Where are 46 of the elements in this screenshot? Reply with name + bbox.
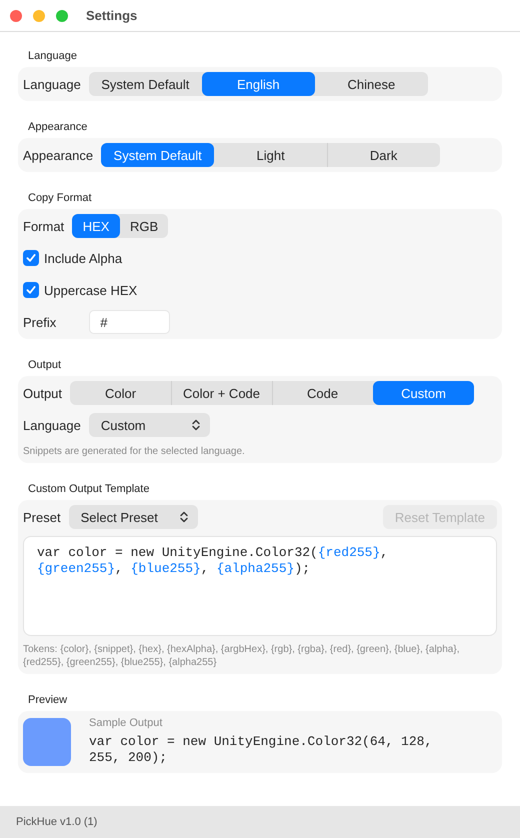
row-label: Preset [23, 510, 61, 524]
language-dropdown[interactable]: Custom [88, 413, 210, 437]
segment-option[interactable]: Color + Code [171, 381, 272, 405]
version-text: PickHue v1.0 (1) [16, 816, 98, 828]
up-down-chevron-icon [192, 419, 200, 431]
window-title: Settings [86, 8, 138, 23]
up-down-chevron-icon [180, 511, 188, 523]
row-label: Prefix [23, 314, 56, 330]
row-label: Format [23, 218, 64, 234]
segment-option[interactable]: Color [70, 381, 172, 405]
section-heading: Appearance [28, 121, 88, 134]
preset-dropdown[interactable]: Select Preset [68, 505, 198, 529]
section-heading: Copy Format [28, 192, 93, 205]
template-editor[interactable]: var color = new UnityEngine.Color32({red255}, {green255}, {blue255}, {alpha255}); [23, 536, 497, 636]
checkmark-icon [26, 285, 36, 295]
section-heading: Preview [28, 694, 68, 707]
checkbox[interactable] [23, 282, 39, 298]
tokens-hint: Tokens: {color}, {snippet}, {hex}, {hexAlpha}, {argbHex}, {rgb}, {rgba}, {red}, {green}, {blue}, {alpha}, {red255}, {green255}, {blue255}, {alpha255} [23, 643, 460, 669]
row-label: Output [23, 386, 62, 400]
segment-option[interactable]: System Default [101, 143, 214, 167]
section-heading: Output [28, 359, 62, 372]
segment-option[interactable]: Code [272, 381, 374, 405]
checkbox[interactable] [23, 250, 39, 266]
row-label: Language [23, 76, 81, 92]
zoom-button[interactable] [56, 10, 68, 22]
segment-option[interactable]: Chinese [314, 72, 428, 96]
row-label: Appearance [23, 148, 94, 162]
prefix-field[interactable]: # [89, 310, 170, 334]
segment-option[interactable]: English [202, 72, 315, 96]
segment-option[interactable]: Light [214, 143, 328, 167]
segment-option[interactable]: HEX [72, 214, 120, 238]
minimize-button[interactable] [33, 10, 45, 22]
section-heading: Language [28, 50, 78, 63]
segment-option[interactable]: Dark [327, 143, 440, 167]
sample-code: var color = new UnityEngine.Color32(64, 128, 255, 200); [89, 734, 434, 766]
hint-text: Snippets are generated for the selected language. [23, 445, 246, 458]
segment-option[interactable]: System Default [88, 72, 202, 96]
checkmark-icon [26, 253, 36, 263]
checkbox-label: Include Alpha [44, 250, 122, 266]
section-heading: Custom Output Template [28, 483, 150, 496]
row-label: Language [23, 418, 81, 432]
checkbox-label: Uppercase HEX [44, 282, 138, 298]
sample-output-label: Sample Output [89, 717, 164, 729]
segment-option[interactable]: RGB [120, 214, 168, 238]
segment-option[interactable]: Custom [373, 381, 474, 405]
close-button[interactable] [10, 10, 22, 22]
